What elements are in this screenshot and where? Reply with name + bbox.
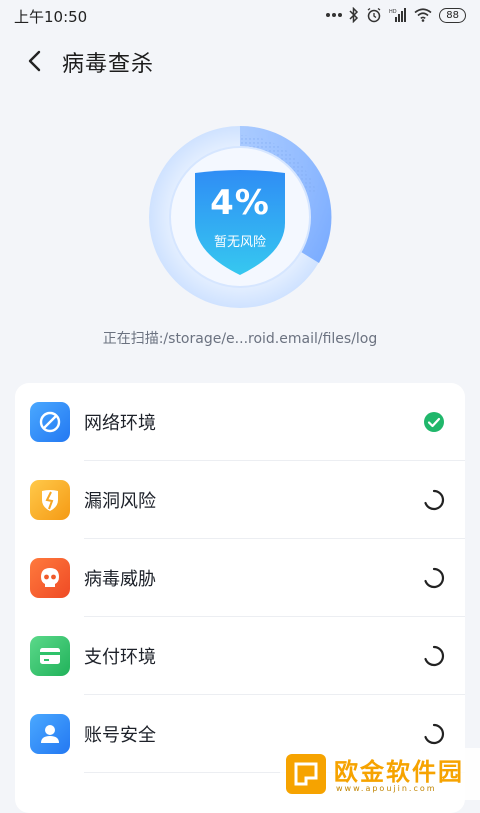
battery-indicator: 88	[439, 7, 466, 23]
wifi-icon	[414, 8, 432, 22]
back-button[interactable]	[20, 46, 50, 76]
alarm-icon	[366, 7, 382, 23]
loading-spinner-icon	[423, 645, 445, 667]
scan-item-label: 账号安全	[84, 725, 156, 746]
more-dots-icon	[326, 12, 343, 18]
svg-text:HD: HD	[389, 9, 397, 15]
loading-spinner-icon	[423, 723, 445, 745]
scan-path-text: 正在扫描:/storage/e...roid.email/files/log	[102, 331, 378, 347]
scan-item-virus[interactable]: 病毒威胁	[15, 539, 465, 617]
status-icons: HD 88	[326, 6, 466, 24]
vulnerability-icon	[30, 480, 70, 520]
risk-status: 暂无风险	[213, 235, 266, 250]
header: 病毒查杀	[0, 38, 480, 82]
scan-item-vulnerability[interactable]: 漏洞风险	[15, 461, 465, 539]
watermark: 欧金软件园 www.apoujin.com	[280, 748, 480, 800]
loading-spinner-icon	[423, 489, 445, 511]
scan-item-network[interactable]: 网络环境	[15, 383, 465, 461]
scan-item-label: 病毒威胁	[84, 569, 156, 590]
scan-item-label: 漏洞风险	[84, 491, 156, 512]
watermark-domain: www.apoujin.com	[336, 784, 437, 793]
scan-percent: 4%	[210, 183, 270, 223]
virus-icon	[30, 558, 70, 598]
chevron-left-icon	[28, 50, 41, 72]
status-time: 上午10:50	[14, 8, 88, 26]
account-icon	[30, 714, 70, 754]
status-bar: 上午10:50 HD 88	[0, 0, 480, 30]
watermark-logo-text: 欧金软件园	[334, 758, 464, 786]
signal-icon: HD	[389, 8, 407, 22]
scan-progress-gauge: 4% 暂无风险	[148, 125, 332, 309]
scan-item-payment[interactable]: 支付环境	[15, 617, 465, 695]
bluetooth-icon	[349, 7, 359, 23]
network-icon	[30, 402, 70, 442]
page-title: 病毒查杀	[62, 52, 155, 77]
check-icon	[423, 411, 445, 433]
loading-spinner-icon	[423, 567, 445, 589]
scan-item-label: 支付环境	[84, 647, 156, 668]
payment-icon	[30, 636, 70, 676]
scan-item-label: 网络环境	[84, 413, 156, 434]
